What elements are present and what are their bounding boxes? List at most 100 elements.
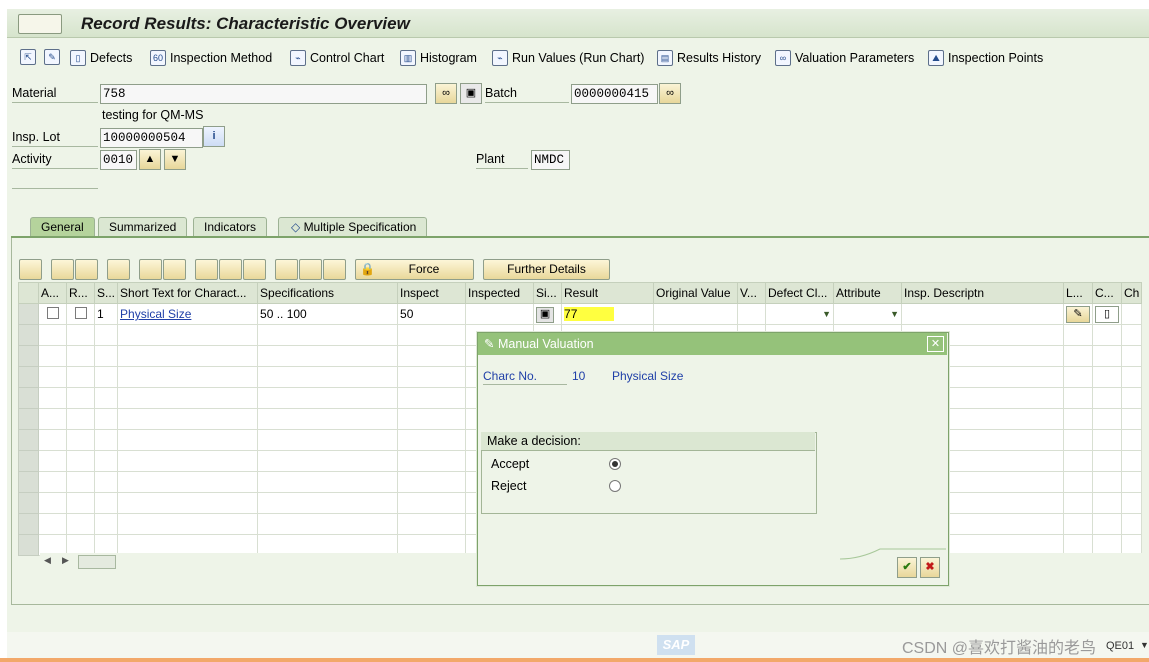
table-cell[interactable] [93,513,119,535]
table-cell[interactable] [257,408,399,430]
table-view-icon[interactable] [299,259,322,280]
document-icon[interactable]: ▯ [1095,305,1120,323]
column-header[interactable]: Si... [533,282,563,304]
table-cell[interactable] [93,366,119,388]
table-cell[interactable] [397,471,467,493]
close-icon[interactable]: ✕ [927,336,944,352]
table-cell[interactable] [257,450,399,472]
confirm-check-icon[interactable]: ✔ [897,557,917,578]
results-history-button[interactable]: ▤ Results History [657,49,761,67]
table-cell[interactable] [1121,408,1143,430]
table-cell[interactable] [1063,429,1094,451]
table-cell[interactable] [1063,492,1094,514]
tab-indicators[interactable]: Indicators [193,217,268,237]
table-cell[interactable] [117,345,259,367]
material-glasses-icon[interactable]: ∞ [435,83,457,104]
table-cell[interactable] [117,492,259,514]
column-header[interactable]: R... [66,282,95,304]
column-header[interactable]: L... [1063,282,1094,304]
row-selector[interactable] [18,471,39,493]
previous-activity-icon[interactable]: ▲ [139,149,161,170]
table-cell[interactable] [93,345,119,367]
table-cell[interactable] [1121,471,1143,493]
table-cell[interactable] [117,324,259,346]
row-selector[interactable] [18,366,39,388]
table-cell[interactable] [1092,429,1123,451]
row-selector[interactable] [18,324,39,346]
table-cell[interactable] [93,324,119,346]
table-cell[interactable] [38,471,67,493]
table-cell[interactable] [397,324,467,346]
result-value[interactable]: 77 [564,307,615,321]
row-selector[interactable] [18,534,39,556]
table-cell[interactable] [1092,471,1123,493]
table-cell[interactable] [1121,324,1143,346]
row-selector[interactable] [18,492,39,514]
table-cell[interactable] [1063,471,1094,493]
table-cell[interactable] [1092,345,1123,367]
table-cell[interactable] [38,324,67,346]
checkbox[interactable] [47,306,59,319]
column-header[interactable]: Attribute [833,282,903,304]
table-cell[interactable] [1121,492,1143,514]
column-header[interactable]: Insp. Descriptn [901,282,1065,304]
table-cell[interactable] [66,387,95,409]
dropdown-arrow-icon[interactable]: ▼ [890,309,899,319]
tab-multiple-specification[interactable]: ◇ Multiple Specification [278,217,428,237]
display-change-icon[interactable]: ✎ [44,49,60,65]
row-selector[interactable] [18,450,39,472]
filter-icon[interactable] [195,259,218,280]
table-cell[interactable] [38,429,67,451]
control-chart-button[interactable]: ⌁ Control Chart [290,49,384,67]
table-cell[interactable] [257,513,399,535]
tab-summarized[interactable]: Summarized [98,217,188,237]
column-header[interactable]: Result [561,282,655,304]
table-cell[interactable] [1121,366,1143,388]
table-cell[interactable] [1063,324,1094,346]
table-cell[interactable] [397,345,467,367]
table-cell[interactable] [257,324,399,346]
table-cell[interactable] [1092,450,1123,472]
run-values-button[interactable]: ⌁ Run Values (Run Chart) [492,49,644,67]
column-header[interactable]: Inspect [397,282,467,304]
table-cell[interactable] [117,366,259,388]
table-cell[interactable] [257,492,399,514]
column-header[interactable]: A... [38,282,67,304]
status-dropdown-icon[interactable]: ▼ [1140,640,1149,650]
row-selector-header[interactable] [18,282,39,304]
column-header[interactable]: C... [1092,282,1123,304]
si-cell[interactable]: ▣ [533,303,563,325]
table-cell[interactable] [66,492,95,514]
table-cell[interactable] [397,366,467,388]
table-cell[interactable] [66,471,95,493]
table-cell[interactable] [38,492,67,514]
column-header[interactable]: Original Value [653,282,739,304]
table-cell[interactable] [397,492,467,514]
table-cell[interactable] [1121,429,1143,451]
tab-general[interactable]: General [30,217,95,237]
defects-button[interactable]: ▯ Defects [70,49,132,67]
force-button[interactable]: 🔒 Force [355,259,474,280]
material-field[interactable]: 758 [100,84,427,104]
table-cell[interactable] [1063,513,1094,535]
table-cell[interactable] [1121,450,1143,472]
table-cell[interactable] [66,366,95,388]
table-cell[interactable] [93,387,119,409]
insp-lot-field[interactable]: 10000000504 [100,128,203,148]
valuation-parameters-button[interactable]: ∞ Valuation Parameters [775,49,914,67]
scroll-left-icon[interactable]: ◀ [44,555,51,566]
table-cell[interactable] [257,429,399,451]
activity-field[interactable]: 0010 [100,150,137,170]
unlock-icon[interactable] [243,259,266,280]
sample-icon[interactable]: ▣ [536,306,555,323]
table-cell[interactable] [66,429,95,451]
table-cell[interactable] [66,513,95,535]
column-header[interactable]: S... [93,282,119,304]
table-cell[interactable] [1092,513,1123,535]
system-menu-icon[interactable] [18,14,62,34]
reject-radio[interactable] [609,480,621,492]
table-cell[interactable] [257,471,399,493]
row-selector[interactable] [18,387,39,409]
batch-field[interactable]: 0000000415 [571,84,658,104]
inspection-points-button[interactable]: ⛰ Inspection Points [928,49,1043,67]
